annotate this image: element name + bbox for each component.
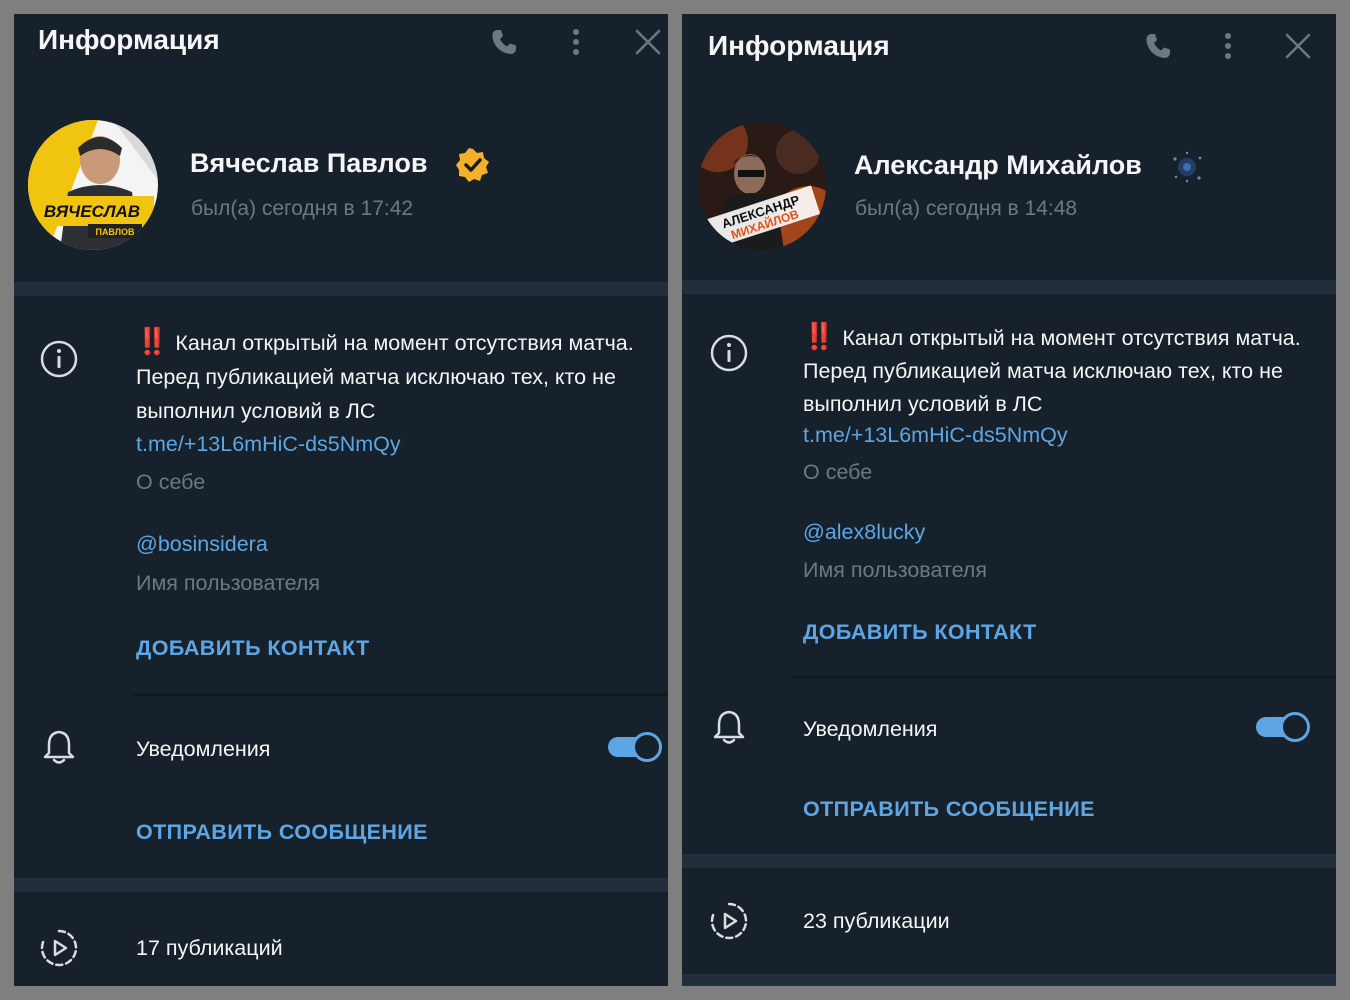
stories-icon [40, 929, 78, 967]
avatar[interactable]: АЛЕКСАНДР МИХАЙЛОВ [698, 122, 826, 250]
avatar[interactable]: ВЯЧЕСЛАВ ПАВЛОВ [28, 120, 158, 250]
close-icon[interactable] [632, 26, 664, 58]
section-divider [682, 974, 1336, 986]
bio-label: О себе [803, 460, 873, 484]
verified-badge-icon [456, 148, 489, 182]
sparkle-status-icon [1173, 151, 1202, 183]
stories-icon [710, 902, 748, 940]
bell-icon [713, 710, 745, 744]
last-seen-status: был(а) сегодня в 14:48 [855, 197, 1078, 220]
bio-text: ‼️ Канал открытый на момент отсутствия ма… [803, 320, 1303, 421]
phone-icon[interactable] [1142, 30, 1174, 62]
bell-icon [43, 730, 75, 764]
publications-count[interactable]: 17 публикаций [136, 936, 283, 961]
bio-text: ‼️ Канал открытый на момент отсутствия ма… [136, 324, 656, 428]
bio-link[interactable]: t.me/+13L6mHiC-ds5NmQy [136, 432, 401, 457]
toggle-knob [632, 732, 662, 762]
bio-text-content: Канал открытый на момент отсутствия матч… [803, 326, 1301, 416]
user-info-panel: Информация ВЯЧЕСЛАВ ПАВЛОВ Вячеслав Павл… [14, 14, 668, 986]
more-options-icon[interactable] [1212, 30, 1244, 62]
info-icon [710, 334, 748, 372]
double-exclamation-emoji: ‼️ [803, 321, 835, 351]
user-info-panel: Информация АЛЕКСАНДР МИХАЙЛОВ Александр … [682, 14, 1336, 986]
bio-text-content: Канал открытый на момент отсутствия матч… [136, 331, 634, 423]
profile-name: Александр Михайлов [854, 150, 1142, 180]
username-label: Имя пользователя [136, 571, 320, 595]
notifications-label: Уведомления [803, 717, 938, 741]
notifications-toggle[interactable] [1256, 712, 1310, 742]
username-label: Имя пользователя [803, 558, 987, 582]
section-divider [682, 854, 1336, 868]
close-icon[interactable] [1282, 30, 1314, 62]
row-separator [792, 676, 1336, 678]
toggle-knob [1280, 712, 1310, 742]
avatar-image: АЛЕКСАНДР МИХАЙЛОВ [698, 122, 826, 250]
row-separator [132, 694, 668, 696]
phone-icon[interactable] [488, 26, 520, 58]
avatar-image: ВЯЧЕСЛАВ ПАВЛОВ [28, 120, 158, 250]
send-message-button[interactable]: ОТПРАВИТЬ СООБЩЕНИЕ [803, 797, 1095, 822]
panel-title: Информация [708, 30, 890, 61]
section-divider [682, 280, 1336, 294]
double-exclamation-emoji: ‼️ [136, 326, 168, 356]
section-divider [14, 282, 668, 296]
notifications-label: Уведомления [136, 737, 271, 761]
avatar-subtext: ПАВЛОВ [95, 227, 135, 237]
last-seen-status: был(а) сегодня в 17:42 [191, 197, 414, 220]
send-message-button[interactable]: ОТПРАВИТЬ СООБЩЕНИЕ [136, 820, 428, 845]
publications-count[interactable]: 23 публикации [803, 909, 950, 934]
bio-link[interactable]: t.me/+13L6mHiC-ds5NmQy [803, 423, 1068, 448]
notifications-toggle[interactable] [608, 732, 662, 762]
profile-name: Вячеслав Павлов [190, 148, 428, 178]
bio-label: О себе [136, 470, 206, 494]
username-value[interactable]: @bosinsidera [136, 532, 268, 557]
more-options-icon[interactable] [560, 26, 592, 58]
panel-title: Информация [38, 24, 220, 55]
add-contact-button[interactable]: ДОБАВИТЬ КОНТАКТ [803, 620, 1037, 645]
add-contact-button[interactable]: ДОБАВИТЬ КОНТАКТ [136, 636, 370, 661]
username-value[interactable]: @alex8lucky [803, 520, 925, 545]
section-divider [14, 878, 668, 892]
avatar-text: ВЯЧЕСЛАВ [44, 202, 140, 221]
info-icon [40, 340, 78, 378]
